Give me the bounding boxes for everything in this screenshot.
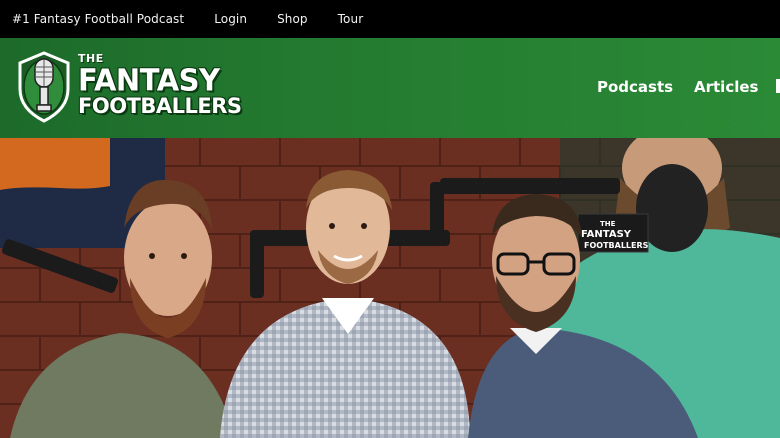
topbar-link-shop[interactable]: Shop — [277, 12, 308, 26]
microphone-football-shield-icon — [18, 51, 70, 123]
nav-podcasts[interactable]: Podcasts — [597, 78, 673, 96]
nav-articles[interactable]: Articles — [694, 78, 758, 96]
hero-photo-illustration: THE FANTASY FOOTBALLERS — [0, 138, 780, 438]
hero-photo: THE FANTASY FOOTBALLERS — [0, 138, 780, 438]
logo-wordmark: THE FANTASY FOOTBALLERS — [78, 52, 268, 122]
topbar-link-login[interactable]: Login — [214, 12, 247, 26]
topbar-link-podcast[interactable]: #1 Fantasy Football Podcast — [12, 12, 184, 26]
mic-flag-text-footballers: FOOTBALLERS — [584, 241, 649, 250]
top-utility-bar: #1 Fantasy Football Podcast Login Shop T… — [0, 0, 780, 38]
mic-flag-text-fantasy: FANTASY — [581, 229, 632, 240]
topbar-link-tour[interactable]: Tour — [338, 12, 364, 26]
mic-flag-text-the: THE — [600, 220, 616, 228]
logo-footballers-text: FOOTBALLERS — [78, 94, 242, 118]
mic-flag: THE FANTASY FOOTBALLERS — [577, 213, 649, 253]
logo-fantasy-text: FANTASY — [78, 62, 220, 98]
nav-overflow-item[interactable] — [776, 79, 780, 93]
